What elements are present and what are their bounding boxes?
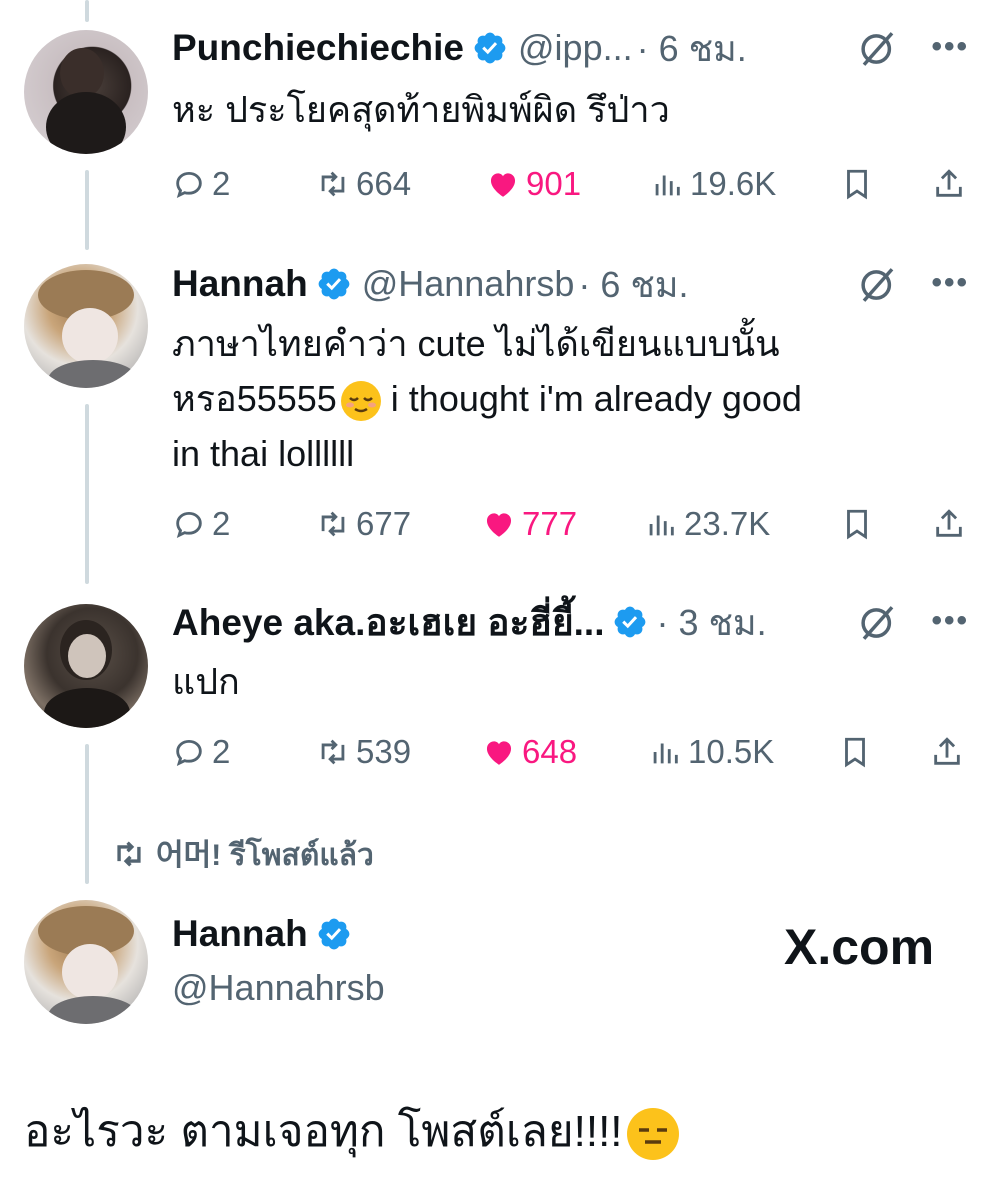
- reply-button[interactable]: 2: [172, 730, 230, 774]
- like-count: 648: [522, 733, 578, 770]
- grok-icon[interactable]: [857, 602, 899, 644]
- tweet-text-line: ภาษาไทยคำว่า cute ไม่ได้เขียนแบบนั้น: [172, 323, 780, 364]
- tweet-actions: 2 664 901 19.6K: [172, 162, 972, 206]
- more-icon[interactable]: •••: [931, 266, 969, 300]
- bookmark-button[interactable]: [838, 730, 878, 774]
- repost-count: 539: [356, 733, 412, 770]
- share-icon: [934, 737, 960, 765]
- avatar[interactable]: [24, 264, 148, 388]
- display-name[interactable]: Punchiechiechie: [172, 27, 464, 69]
- repost-button[interactable]: 677: [316, 502, 411, 546]
- views-button[interactable]: 10.5K: [648, 730, 774, 774]
- tweet[interactable]: Aheye aka.อะเฮเย อะฮี่ยี้... · 3 ชม. •••…: [0, 590, 995, 790]
- caption-text: อะไรวะ ตามเจอทุก โพสต์เลย!!!!: [24, 1107, 623, 1156]
- handle[interactable]: @Hannahrsb: [172, 967, 385, 1009]
- repost-button[interactable]: 539: [316, 730, 411, 774]
- grok-icon[interactable]: [857, 28, 899, 70]
- tweet-actions: 2 539 648 10.5K: [172, 730, 972, 774]
- display-name[interactable]: Hannah: [172, 913, 308, 955]
- tweet-header: Hannah @Hannahrsb · 6 ชม.: [172, 262, 689, 306]
- caption: อะไรวะ ตามเจอทุก โพสต์เลย!!!!: [24, 1096, 679, 1166]
- tweet[interactable]: Punchiechiechie @ipp... · 6 ชม. ••• หะ ป…: [0, 0, 995, 230]
- bookmark-button[interactable]: [840, 502, 880, 546]
- views-count: 19.6K: [690, 165, 777, 202]
- like-count: 901: [526, 165, 582, 202]
- tweet-header: Punchiechiechie @ipp... · 6 ชม.: [172, 26, 747, 70]
- more-icon[interactable]: •••: [931, 604, 969, 638]
- reply-icon: [176, 511, 202, 538]
- avatar[interactable]: [24, 900, 148, 1024]
- share-icon: [936, 169, 962, 197]
- timestamp[interactable]: · 3 ชม.: [656, 594, 766, 651]
- like-count: 777: [522, 505, 578, 542]
- tweet-text-segment: i thought i'm already good: [380, 378, 802, 419]
- views-button[interactable]: 23.7K: [644, 502, 770, 546]
- tweet-actions: 2 677 777 23.7K: [172, 502, 972, 546]
- views-button[interactable]: 19.6K: [650, 162, 776, 206]
- repost-icon: [321, 739, 345, 765]
- share-button[interactable]: [932, 162, 972, 206]
- tweet-text: แปก: [172, 661, 240, 702]
- like-button[interactable]: 777: [482, 502, 577, 546]
- share-button[interactable]: [930, 730, 970, 774]
- avatar[interactable]: [24, 604, 148, 728]
- expressionless-face-emoji: [626, 1108, 679, 1161]
- repost-icon: [321, 511, 345, 537]
- repost-icon: [321, 171, 345, 197]
- verified-icon: [318, 918, 350, 950]
- share-icon: [936, 509, 962, 537]
- repost-count: 664: [356, 165, 412, 202]
- repost-count: 677: [356, 505, 412, 542]
- tweet-header: Aheye aka.อะเฮเย อะฮี่ยี้... · 3 ชม.: [172, 600, 767, 644]
- timestamp[interactable]: · 6 ชม.: [637, 20, 747, 77]
- more-icon[interactable]: •••: [931, 30, 969, 64]
- heart-icon: [486, 741, 512, 765]
- reply-button[interactable]: 2: [172, 162, 230, 206]
- verified-icon: [318, 268, 350, 300]
- avatar[interactable]: [24, 30, 148, 154]
- views-count: 10.5K: [688, 733, 775, 770]
- repost-note-text: 어머! รีโพสต์แล้ว: [156, 838, 374, 872]
- reply-count: 2: [212, 733, 231, 770]
- reply-count: 2: [212, 165, 231, 202]
- bookmark-icon: [845, 737, 865, 768]
- views-count: 23.7K: [684, 505, 771, 542]
- heart-icon: [490, 173, 516, 197]
- relieved-face-emoji: [340, 381, 381, 422]
- reply-icon: [176, 171, 202, 198]
- reply-icon: [176, 739, 202, 766]
- tweet-text-segment: หรอ55555: [172, 378, 337, 419]
- bookmark-button[interactable]: [840, 162, 880, 206]
- tweet-text: หะ ประโยคสุดท้ายพิมพ์ผิด รึป่าว: [172, 89, 670, 130]
- handle[interactable]: @Hannahrsb: [362, 263, 575, 305]
- heart-icon: [486, 513, 512, 537]
- tweet[interactable]: Hannah @Hannahrsb · 6 ชม. ••• ภาษาไทยคำว…: [0, 250, 995, 580]
- reply-count: 2: [212, 505, 231, 542]
- repost-button[interactable]: 664: [316, 162, 411, 206]
- x-com-watermark: X.com: [784, 919, 935, 975]
- share-button[interactable]: [932, 502, 972, 546]
- profile-header: Hannah: [172, 912, 352, 956]
- tweet-text-line: in thai lollllll: [172, 433, 355, 474]
- like-button[interactable]: 901: [486, 162, 581, 206]
- tweet-text: ภาษาไทยคำว่า cute ไม่ได้เขียนแบบนั้น หรอ…: [172, 316, 952, 481]
- handle[interactable]: @ipp...: [518, 27, 633, 69]
- profile-handle-row: @Hannahrsb: [172, 966, 385, 1010]
- timestamp[interactable]: · 6 ชม.: [578, 256, 688, 313]
- bookmark-icon: [847, 169, 867, 200]
- display-name[interactable]: Hannah: [172, 263, 308, 305]
- reply-button[interactable]: 2: [172, 502, 230, 546]
- like-button[interactable]: 648: [482, 730, 577, 774]
- repost-icon: [117, 841, 141, 867]
- display-name[interactable]: Aheye aka.อะเฮเย อะฮี่ยี้...: [172, 593, 604, 652]
- repost-note[interactable]: 어머! รีโพสต์แล้ว: [112, 834, 374, 874]
- tweet-text-line: หรอ55555 i thought i'm already good: [172, 371, 952, 426]
- views-icon: [649, 515, 674, 536]
- verified-icon: [474, 32, 506, 64]
- views-icon: [653, 743, 678, 764]
- views-icon: [655, 175, 680, 196]
- bookmark-icon: [847, 509, 867, 540]
- verified-icon: [615, 606, 646, 638]
- grok-icon[interactable]: [857, 264, 899, 306]
